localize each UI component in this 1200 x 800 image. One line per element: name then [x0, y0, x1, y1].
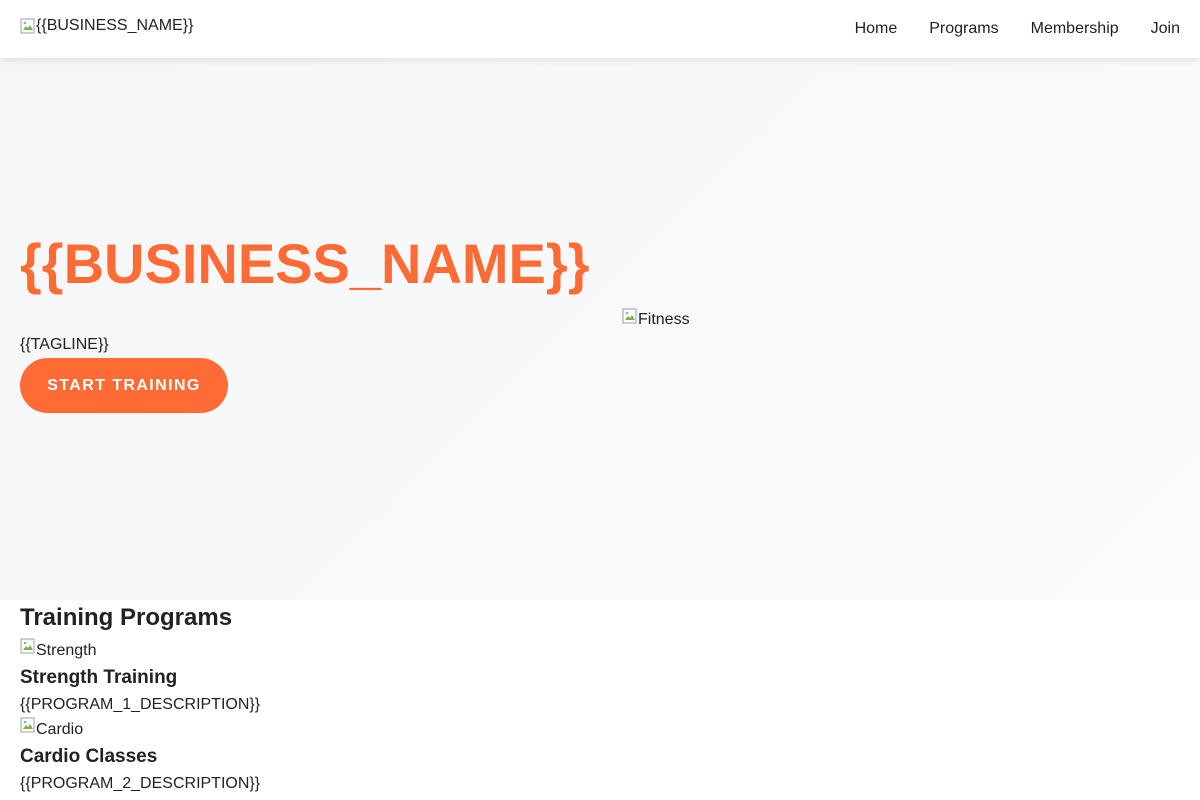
- program-description: {{PROGRAM_2_DESCRIPTION}}: [20, 775, 261, 792]
- program-description: {{PROGRAM_1_DESCRIPTION}}: [20, 696, 261, 713]
- hero-title: {{BUSINESS_NAME}}: [20, 232, 590, 295]
- program-image-alt: Cardio: [36, 721, 84, 738]
- program-card: Cardio Cardio Classes {{PROGRAM_2_DESCRI…: [20, 717, 1180, 794]
- program-title: Cardio Classes: [20, 746, 158, 767]
- hero-image: Fitness: [622, 308, 690, 329]
- broken-image-icon: [20, 717, 36, 733]
- start-training-button[interactable]: START TRAINING: [20, 358, 228, 413]
- program-image: Cardio: [20, 717, 1180, 739]
- main-nav: Home Programs Membership Join: [855, 0, 1180, 58]
- broken-image-icon: [622, 308, 638, 324]
- logo[interactable]: {{BUSINESS_NAME}}: [20, 17, 193, 35]
- logo-alt-text: {{BUSINESS_NAME}}: [36, 17, 194, 34]
- site-header: {{BUSINESS_NAME}} Home Programs Membersh…: [0, 0, 1200, 58]
- hero-section: {{BUSINESS_NAME}} {{TAGLINE}} START TRAI…: [0, 58, 1200, 600]
- programs-heading: Training Programs: [20, 604, 233, 631]
- broken-image-icon: [20, 18, 36, 34]
- program-image-alt: Strength: [36, 642, 97, 659]
- program-image: Strength: [20, 638, 1180, 660]
- programs-section: Training Programs Strength Strength Trai…: [20, 604, 1180, 794]
- nav-item-programs[interactable]: Programs: [929, 20, 998, 38]
- program-card: Strength Strength Training {{PROGRAM_1_D…: [20, 638, 1180, 715]
- hero-tagline: {{TAGLINE}}: [20, 336, 109, 353]
- hero-image-alt: Fitness: [638, 311, 690, 328]
- nav-item-join[interactable]: Join: [1151, 20, 1180, 38]
- program-title: Strength Training: [20, 667, 178, 688]
- nav-item-membership[interactable]: Membership: [1031, 20, 1119, 38]
- nav-item-home[interactable]: Home: [855, 20, 898, 38]
- broken-image-icon: [20, 638, 36, 654]
